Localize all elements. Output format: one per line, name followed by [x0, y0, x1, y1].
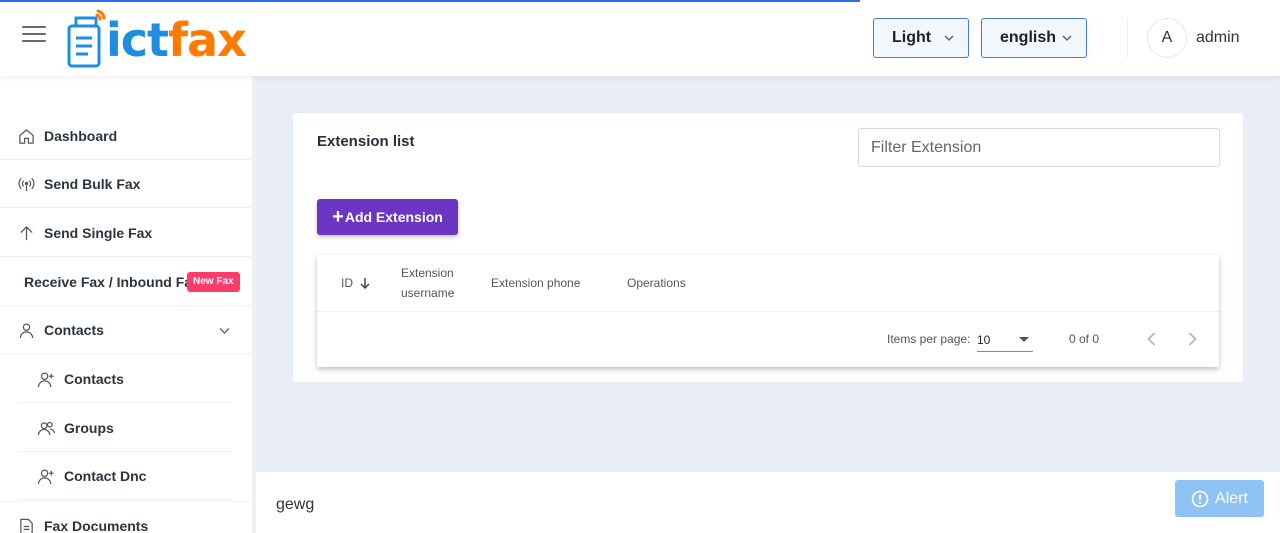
sidebar-item-label: Receive Fax / Inbound Fax — [24, 274, 200, 290]
document-icon — [20, 518, 33, 533]
ictfax-logo[interactable]: ictfax — [66, 6, 276, 72]
extension-list-card: Extension list + Add Extension ID Extens… — [293, 113, 1243, 382]
theme-select-value: Light — [892, 29, 932, 46]
header-divider — [1127, 18, 1128, 58]
person-add-icon — [38, 469, 54, 485]
dropdown-arrow-icon — [1019, 337, 1029, 342]
home-icon — [19, 129, 34, 144]
sidebar-item-contacts[interactable]: Contacts — [0, 306, 252, 354]
next-page-icon[interactable] — [1182, 329, 1202, 349]
page-range-label: 0 of 0 — [1069, 332, 1100, 346]
sort-arrow-down-icon — [360, 278, 370, 289]
sidebar-item-label: Send Bulk Fax — [44, 176, 141, 192]
loading-progress-bar — [0, 0, 860, 2]
sidebar-subitem-contacts[interactable]: Contacts — [18, 355, 232, 403]
sidebar-item-label: Contact Dnc — [64, 468, 147, 484]
sidebar-item-send-single-fax[interactable]: Send Single Fax — [0, 209, 252, 257]
footer-text: gewg — [276, 496, 315, 513]
sidebar-subitem-groups[interactable]: Groups — [18, 404, 232, 452]
arrow-up-icon — [20, 226, 33, 241]
logo-text-ict: ict — [106, 13, 169, 67]
theme-select[interactable]: Light — [873, 18, 969, 58]
sidebar-subitem-contact-dnc[interactable]: Contact Dnc — [18, 452, 232, 500]
items-per-page-label: Items per page: — [887, 332, 971, 346]
user-name[interactable]: admin — [1196, 29, 1240, 47]
filter-extension-input[interactable] — [858, 128, 1220, 167]
alert-circle-icon — [1191, 490, 1209, 507]
chevron-down-icon — [219, 328, 230, 334]
fax-document-logo-icon — [67, 9, 106, 68]
sidebar-item-label: Contacts — [44, 322, 104, 338]
column-header-operations: Operations — [627, 276, 686, 290]
table-paginator: Items per page: 10 0 of 0 — [317, 312, 1219, 367]
logo-wordmark: ictfax — [106, 11, 247, 69]
chevron-down-icon — [1062, 35, 1072, 42]
sidebar-item-fax-documents[interactable]: Fax Documents — [0, 501, 252, 533]
sidebar-item-send-bulk-fax[interactable]: Send Bulk Fax — [0, 160, 252, 208]
broadcast-icon — [18, 177, 35, 192]
sidebar-item-label: Send Single Fax — [44, 225, 153, 241]
person-add-icon — [38, 372, 54, 388]
language-select[interactable]: english — [981, 18, 1087, 58]
person-icon — [19, 323, 34, 339]
items-per-page-select[interactable]: 10 — [977, 326, 1033, 352]
add-extension-label: Add Extension — [344, 209, 443, 225]
page-title: Extension list — [317, 133, 415, 150]
sidebar-item-label: Dashboard — [44, 128, 118, 144]
alert-button[interactable]: Alert — [1175, 480, 1264, 517]
add-extension-button[interactable]: + Add Extension — [317, 199, 458, 235]
new-fax-badge: New Fax — [187, 272, 240, 292]
plus-icon: + — [332, 206, 344, 228]
sidebar-item-label: Fax Documents — [44, 518, 149, 533]
sidebar-item-receive-fax[interactable]: Receive Fax / Inbound Fax New Fax — [0, 258, 252, 306]
column-header-label: ID — [341, 276, 353, 290]
footer: gewg Alert — [256, 472, 1280, 533]
top-header: ictfax Light english A admin — [0, 0, 1280, 76]
column-header-id[interactable]: ID — [341, 273, 371, 293]
column-header-extension-phone: Extension phone — [491, 276, 581, 290]
column-header-extension-username: Extension username — [401, 266, 455, 300]
sidebar-item-label: Groups — [64, 420, 114, 436]
sidebar: Dashboard Send Bulk Fax Send Single Fax … — [0, 76, 256, 533]
sidebar-item-label: Contacts — [64, 371, 124, 387]
sidebar-item-dashboard[interactable]: Dashboard — [0, 112, 252, 160]
people-icon — [38, 421, 55, 436]
previous-page-icon[interactable] — [1142, 329, 1162, 349]
extension-table: ID Extension username Extension phone Op… — [317, 255, 1219, 367]
logo-text-fax: fax — [168, 13, 247, 67]
alert-button-label: Alert — [1215, 489, 1248, 507]
chevron-down-icon — [944, 35, 954, 42]
hamburger-menu-icon[interactable] — [22, 26, 46, 48]
language-select-value: english — [1000, 29, 1057, 46]
user-avatar[interactable]: A — [1147, 18, 1187, 58]
items-per-page-value: 10 — [977, 333, 991, 347]
